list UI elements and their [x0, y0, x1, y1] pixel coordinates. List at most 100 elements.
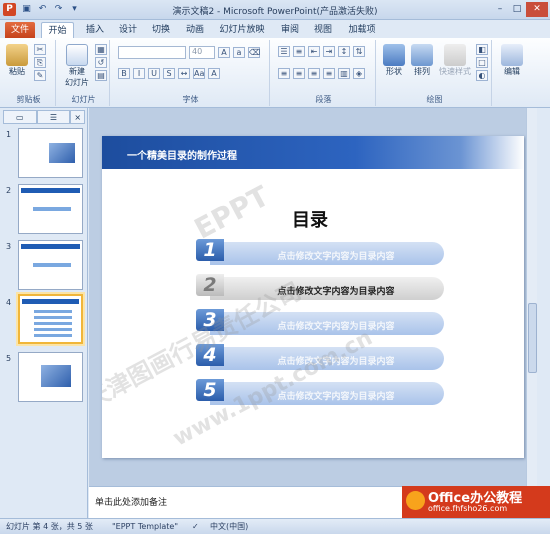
tab-view[interactable]: 视图 — [310, 22, 336, 38]
slide-header-title[interactable]: 一个精美目录的制作过程 — [127, 147, 237, 162]
toc-number: 2 — [196, 274, 224, 296]
tab-file[interactable]: 文件 — [5, 22, 35, 38]
vertical-scrollbar[interactable] — [526, 108, 537, 486]
group-drawing: 形状 排列 快速样式 ◧ □ ◐ 绘图 — [378, 40, 492, 106]
group-label-font: 字体 — [182, 95, 199, 104]
shrink-font-icon[interactable]: a — [233, 47, 245, 58]
case-icon[interactable]: Aa — [193, 68, 205, 79]
minimize-button[interactable]: – — [492, 2, 508, 17]
font-size-select[interactable]: 40 — [189, 46, 215, 59]
office-logo-icon — [406, 491, 425, 510]
find-icon — [501, 44, 523, 66]
close-pane-icon[interactable]: × — [70, 110, 86, 124]
group-slides: 新建 幻灯片 ▦ ↺ ▤ 幻灯片 — [58, 40, 110, 106]
tab-transitions[interactable]: 切换 — [148, 22, 174, 38]
clear-format-icon[interactable]: ⌫ — [248, 47, 260, 58]
slide-editor: 一个精美目录的制作过程 目录 1 点击修改文字内容为目录内容 2 点击修改文字内容为… — [89, 108, 537, 486]
slide-thumbnail-5[interactable] — [18, 352, 83, 402]
slide-thumbnail-4[interactable] — [18, 294, 83, 344]
italic-icon[interactable]: I — [133, 68, 145, 79]
tab-slideshow[interactable]: 幻灯片放映 — [216, 22, 268, 38]
bullets-icon[interactable]: ☰ — [278, 46, 290, 57]
slide-thumbnail-3[interactable] — [18, 240, 83, 290]
pane-tabs: ▭ ☰ × — [3, 110, 86, 124]
spacing-icon[interactable]: ↔ — [178, 68, 190, 79]
toc-text: 点击修改文字内容为目录内容 — [277, 252, 395, 262]
spellcheck-icon[interactable]: ✓ — [192, 519, 199, 534]
shapes-button[interactable]: 形状 — [382, 44, 406, 77]
language[interactable]: 中文(中国) — [210, 519, 248, 534]
increase-indent-icon[interactable]: ⇥ — [323, 46, 335, 57]
slides-tab[interactable]: ▭ — [3, 110, 37, 124]
smartart-icon[interactable]: ◈ — [353, 68, 365, 79]
shape-outline-icon[interactable]: □ — [476, 57, 488, 68]
ribbon: 粘贴 ✂ ⎘ ✎ 剪贴板 新建 幻灯片 ▦ ↺ ▤ 幻灯片 40 A a ⌫ B… — [0, 38, 550, 108]
align-right-icon[interactable]: ≡ — [308, 68, 320, 79]
font-color-icon[interactable]: A — [208, 68, 220, 79]
shape-effects-icon[interactable]: ◐ — [476, 70, 488, 81]
title-bar: P ▣ ↶ ↷ ▾ 演示文稿2 - Microsoft PowerPoint(产… — [0, 0, 550, 20]
new-slide-button[interactable]: 新建 幻灯片 — [62, 44, 92, 88]
font-family-select[interactable] — [118, 46, 186, 59]
strikethrough-icon[interactable]: S — [163, 68, 175, 79]
toc-heading[interactable]: 目录 — [292, 206, 328, 232]
thumb-num-3: 3 — [6, 242, 12, 251]
shape-fill-icon[interactable]: ◧ — [476, 44, 488, 55]
editing-button[interactable]: 编辑 — [500, 44, 524, 77]
group-label-paragraph: 段落 — [315, 95, 332, 104]
scrollbar-thumb[interactable] — [528, 303, 537, 373]
new-slide-icon — [66, 44, 88, 66]
tab-review[interactable]: 审阅 — [277, 22, 303, 38]
new-slide-label: 新建 幻灯片 — [65, 67, 89, 87]
group-label-clipboard: 剪贴板 — [16, 95, 41, 104]
columns-icon[interactable]: ▥ — [338, 68, 350, 79]
tab-design[interactable]: 设计 — [115, 22, 141, 38]
close-button[interactable]: ✕ — [526, 2, 548, 17]
copy-icon[interactable]: ⎘ — [34, 57, 46, 68]
slide-thumbnail-1[interactable] — [18, 128, 83, 178]
thumb-graphic — [41, 365, 71, 387]
paste-label: 粘贴 — [9, 67, 25, 76]
toc-item[interactable]: 1 点击修改文字内容为目录内容 — [196, 239, 444, 266]
theme-name[interactable]: "EPPT Template" — [112, 519, 178, 534]
format-painter-icon[interactable]: ✎ — [34, 70, 46, 81]
slide-canvas[interactable]: 一个精美目录的制作过程 目录 1 点击修改文字内容为目录内容 2 点击修改文字内容为… — [102, 136, 524, 458]
align-center-icon[interactable]: ≡ — [293, 68, 305, 79]
numbering-icon[interactable]: ≡ — [293, 46, 305, 57]
underline-icon[interactable]: U — [148, 68, 160, 79]
reset-icon[interactable]: ↺ — [95, 57, 107, 68]
maximize-button[interactable]: □ — [509, 2, 525, 17]
section-icon[interactable]: ▤ — [95, 70, 107, 81]
tab-animations[interactable]: 动画 — [182, 22, 208, 38]
toc-number: 5 — [196, 379, 224, 401]
window-title: 演示文稿2 - Microsoft PowerPoint(产品激活失败) — [172, 7, 378, 17]
decrease-indent-icon[interactable]: ⇤ — [308, 46, 320, 57]
thumb-graphic — [49, 143, 75, 163]
group-label-drawing: 绘图 — [426, 95, 443, 104]
cut-icon[interactable]: ✂ — [34, 44, 46, 55]
quick-styles-label: 快速样式 — [439, 67, 471, 76]
paste-button[interactable]: 粘贴 — [6, 44, 28, 77]
justify-icon[interactable]: ≡ — [323, 68, 335, 79]
arrange-button[interactable]: 排列 — [410, 44, 434, 77]
tab-addins[interactable]: 加载项 — [344, 22, 380, 38]
align-left-icon[interactable]: ≡ — [278, 68, 290, 79]
slide-count: 幻灯片 第 4 张，共 5 张 — [6, 522, 93, 531]
quick-styles-button[interactable]: 快速样式 — [438, 44, 472, 77]
outline-tab[interactable]: ☰ — [36, 110, 71, 124]
tab-insert[interactable]: 插入 — [82, 22, 108, 38]
group-clipboard: 粘贴 ✂ ⎘ ✎ 剪贴板 — [2, 40, 56, 106]
thumb-num-1: 1 — [6, 130, 12, 139]
grow-font-icon[interactable]: A — [218, 47, 230, 58]
group-font: 40 A a ⌫ B I U S ↔ Aa A 字体 — [112, 40, 270, 106]
slide-thumbnail-2[interactable] — [18, 184, 83, 234]
line-spacing-icon[interactable]: ↕ — [338, 46, 350, 57]
bold-icon[interactable]: B — [118, 68, 130, 79]
toc-item[interactable]: 2 点击修改文字内容为目录内容 — [196, 274, 444, 301]
thumb-num-2: 2 — [6, 186, 12, 195]
tab-home[interactable]: 开始 — [41, 22, 74, 38]
layout-icon[interactable]: ▦ — [95, 44, 107, 55]
status-bar: 幻灯片 第 4 张，共 5 张 "EPPT Template" ✓ 中文(中国) — [0, 518, 550, 534]
text-direction-icon[interactable]: ⇅ — [353, 46, 365, 57]
editing-label: 编辑 — [504, 67, 520, 76]
